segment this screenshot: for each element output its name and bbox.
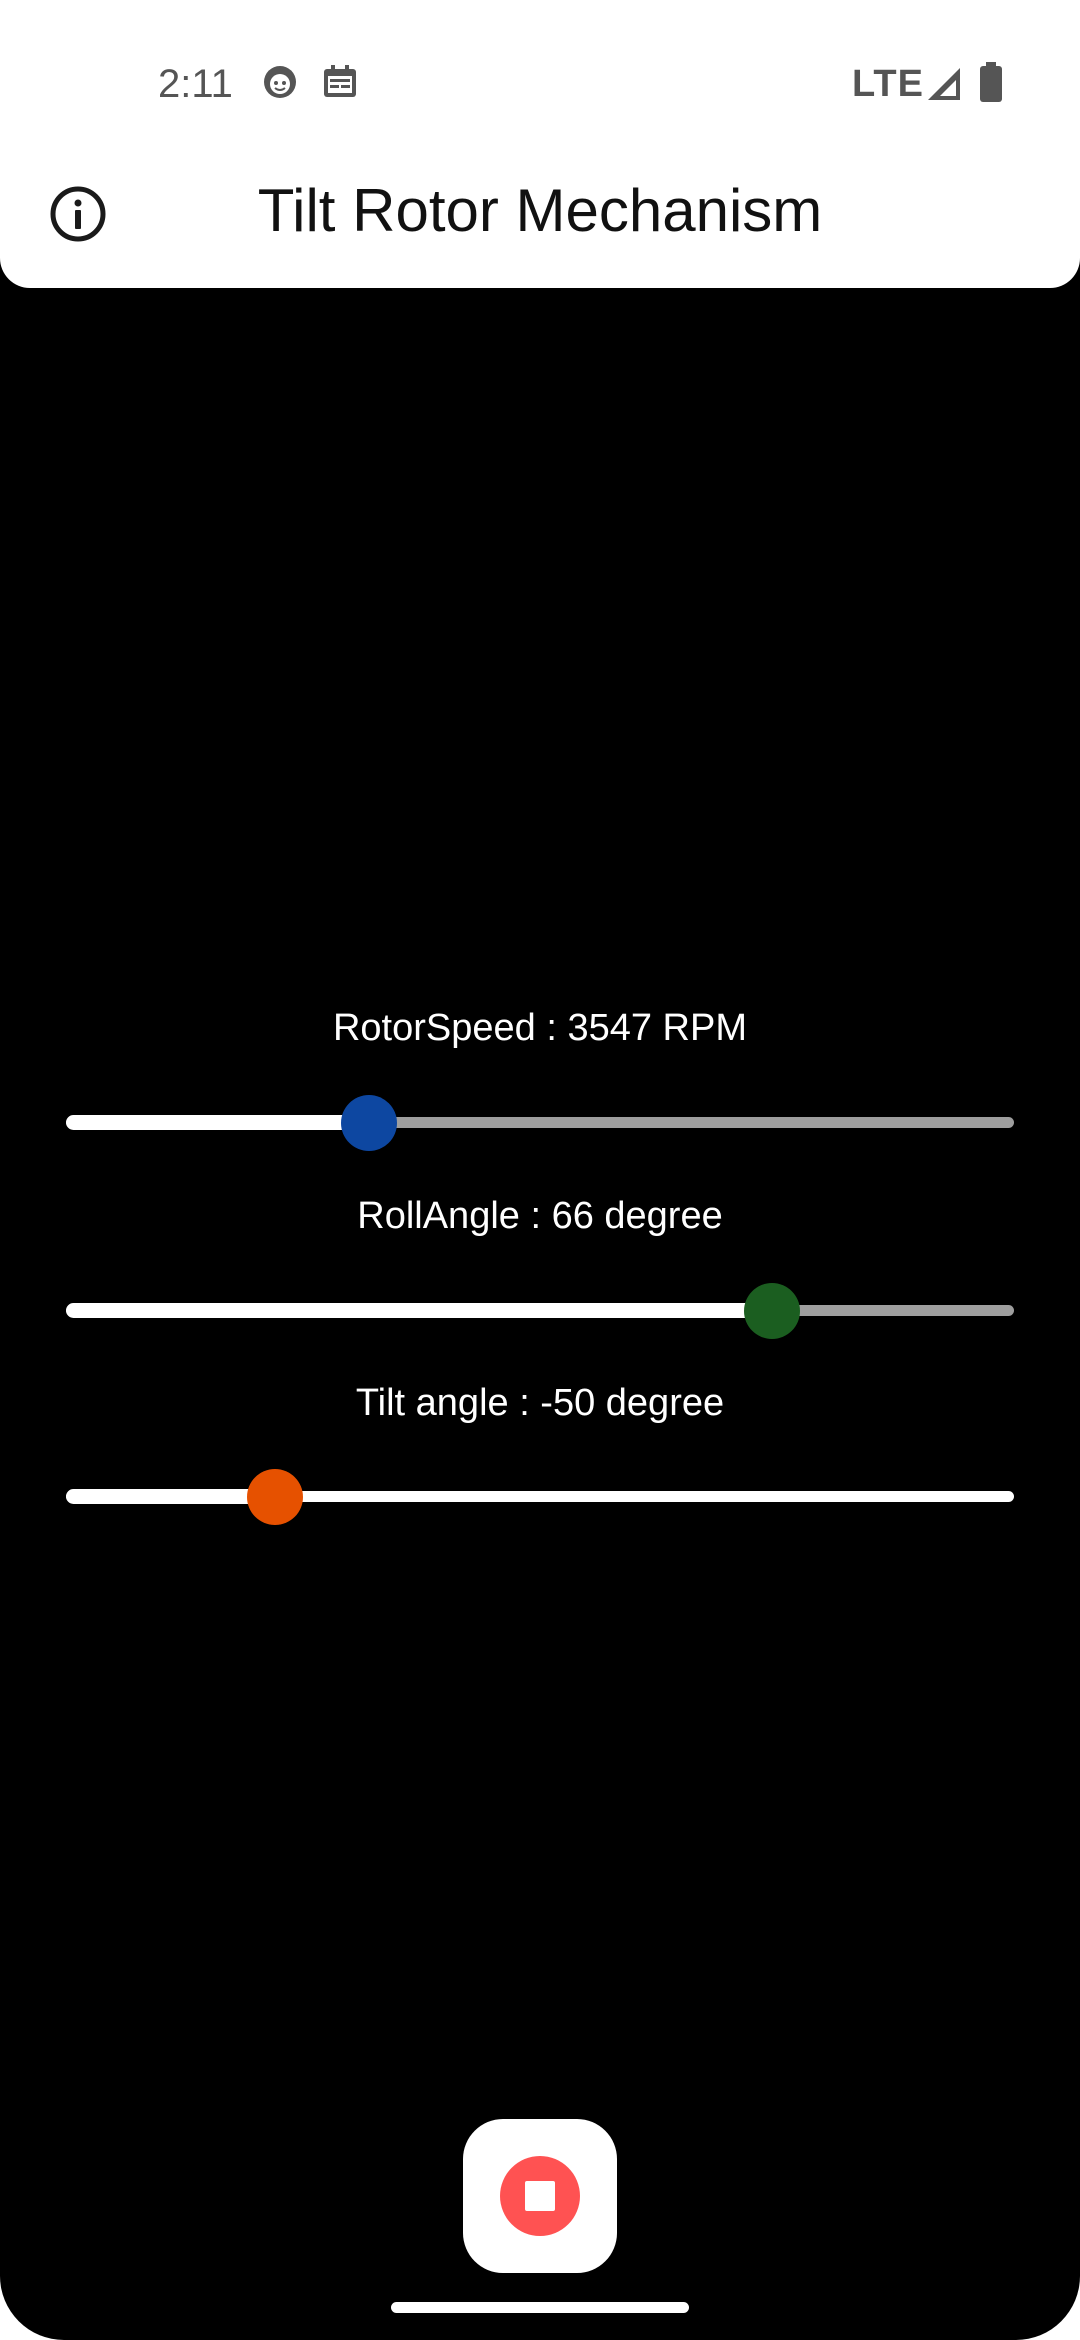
status-time: 2:11 <box>158 62 233 106</box>
stop-button[interactable] <box>463 2119 617 2273</box>
roll-angle-fill <box>66 1303 773 1318</box>
rotor-speed-fill <box>66 1115 370 1130</box>
tilt-angle-thumb[interactable] <box>246 1469 303 1525</box>
notification-face-icon <box>264 66 296 98</box>
tilt-angle-slider[interactable] <box>66 1466 1014 1526</box>
screen: 2:11 LTE Tilt Rotor Mechanism RotorSpeed… <box>0 0 1080 2340</box>
stop-icon <box>500 2156 580 2236</box>
app-header: 2:11 LTE Tilt Rotor Mechanism <box>0 0 1080 288</box>
calendar-icon <box>324 65 356 97</box>
battery-icon <box>980 62 1002 102</box>
rotor-speed-label: RotorSpeed : 3547 RPM <box>332 1007 747 1049</box>
home-indicator[interactable] <box>391 2302 689 2313</box>
rotor-speed-slider[interactable] <box>66 1092 1014 1152</box>
tilt-angle-label: Tilt angle : -50 degree <box>355 1382 725 1424</box>
tilt-angle-fill <box>66 1489 275 1504</box>
roll-angle-label: RollAngle : 66 degree <box>357 1195 723 1237</box>
signal-icon <box>928 68 960 100</box>
roll-angle-slider[interactable] <box>66 1280 1014 1340</box>
network-type: LTE <box>852 63 924 105</box>
page-title: Tilt Rotor Mechanism <box>257 177 823 244</box>
stop-square <box>525 2181 555 2211</box>
roll-angle-thumb[interactable] <box>744 1283 801 1339</box>
rotor-speed-thumb[interactable] <box>341 1095 398 1151</box>
